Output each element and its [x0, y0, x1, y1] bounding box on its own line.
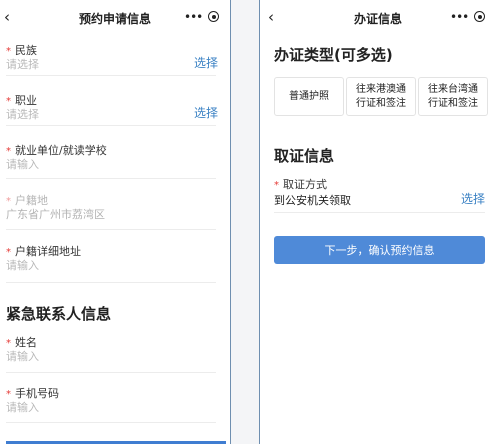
- employer-input[interactable]: 请输入: [6, 156, 39, 172]
- type-option-label: 往来港澳通: [356, 83, 406, 95]
- type-option-label: 行证和签注: [356, 97, 406, 109]
- occupation-placeholder: 请选择: [6, 108, 39, 121]
- divider: [6, 125, 216, 126]
- pickup-method-value: 到公安机关领取: [274, 194, 351, 207]
- divider: [6, 282, 216, 283]
- emergency-section-title: 紧急联系人信息: [6, 305, 112, 323]
- nav-bar: ‹ 预约申请信息 •••: [0, 0, 230, 36]
- hukou-address-input[interactable]: 请输入: [6, 257, 39, 273]
- divider: [6, 178, 216, 179]
- divider: [6, 75, 216, 76]
- divider: [6, 422, 216, 423]
- target-icon[interactable]: [208, 11, 219, 22]
- type-option-label: 普通护照: [289, 90, 329, 102]
- occupation-select-link[interactable]: 选择: [194, 104, 218, 121]
- type-option-taiwan[interactable]: 往来台湾通行证和签注: [418, 77, 488, 116]
- pickup-method-label: 取证方式: [283, 178, 327, 191]
- screen-border: [230, 0, 231, 444]
- target-icon[interactable]: [474, 11, 485, 22]
- type-option-label: 往来台湾通: [428, 83, 478, 95]
- divider: [274, 212, 485, 213]
- ethnicity-select-link[interactable]: 选择: [194, 54, 218, 71]
- divider: [6, 229, 216, 230]
- type-option-label: 行证和签注: [428, 97, 478, 109]
- nav-bar: ‹ 办证信息 •••: [260, 0, 496, 36]
- pickup-section-title: 取证信息: [274, 147, 335, 165]
- certificate-info-screen: ‹ 办证信息 ••• 办证类型(可多选) 普通护照 往来港澳通行证和签注 往来台…: [260, 0, 496, 444]
- hukou-value: 广东省广州市荔湾区: [6, 208, 105, 221]
- more-icon[interactable]: •••: [450, 9, 469, 25]
- required-star: *: [274, 180, 279, 191]
- ethnicity-placeholder: 请选择: [6, 58, 39, 71]
- next-confirm-button[interactable]: 下一步，确认预约信息: [274, 236, 485, 264]
- type-section-title: 办证类型(可多选): [274, 46, 393, 64]
- emergency-name-input[interactable]: 请输入: [6, 348, 39, 364]
- type-option-passport[interactable]: 普通护照: [274, 77, 344, 116]
- appointment-form-screen: ‹ 预约申请信息 ••• * 民族 请选择 选择 * 职业 请选择 选择 * 就业单位…: [0, 0, 230, 444]
- screen-gap: [230, 0, 260, 444]
- emergency-phone-input[interactable]: 请输入: [6, 399, 39, 415]
- pickup-method-select-link[interactable]: 选择: [461, 190, 485, 207]
- type-option-hk-macau[interactable]: 往来港澳通行证和签注: [346, 77, 416, 116]
- more-icon[interactable]: •••: [184, 9, 203, 25]
- divider: [6, 372, 216, 373]
